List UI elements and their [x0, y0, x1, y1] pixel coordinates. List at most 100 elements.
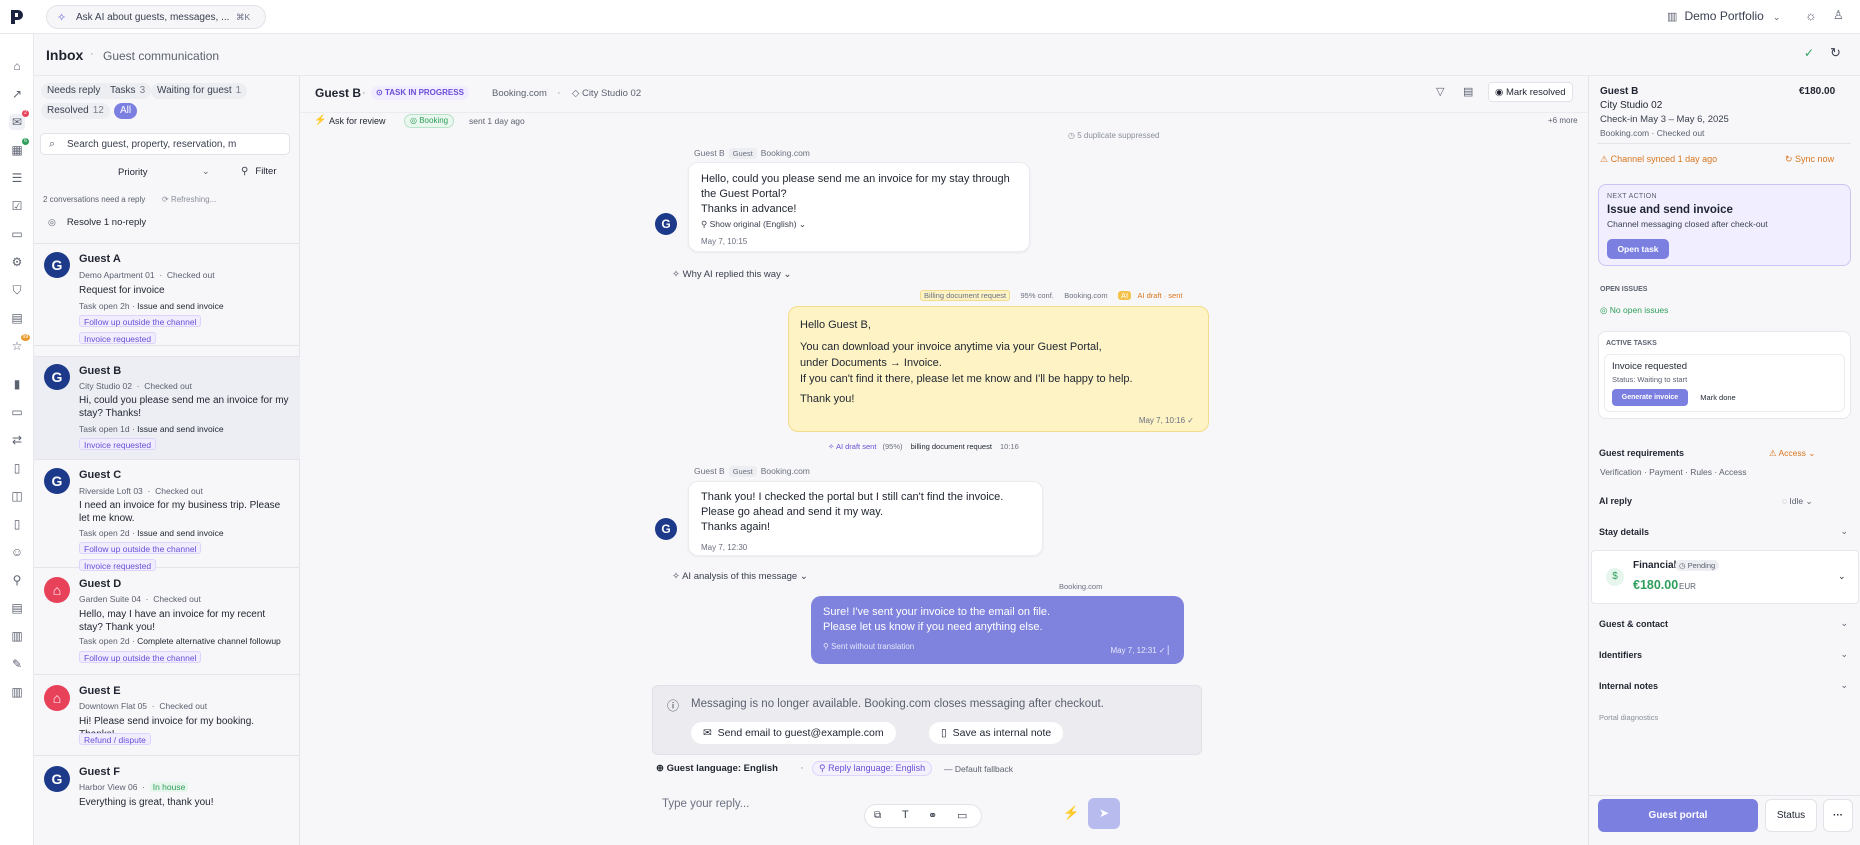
sync-icon[interactable]: ⇄	[9, 432, 25, 448]
shortcut-hint: ⌘K	[236, 12, 251, 22]
guest-requirements-title[interactable]: Guest requirements	[1599, 448, 1684, 458]
text-format-icon[interactable]: T	[902, 809, 909, 821]
reply-composer[interactable]: Type your reply... ⧉ T ⚭ ▭ ⚡ ➤	[652, 788, 1202, 832]
guest-meta: Riverside Loft 03 · Checked out	[79, 486, 203, 496]
open-task-button[interactable]: Open task	[1607, 239, 1669, 259]
ask-ai-search[interactable]: ✧ Ask AI about guests, messages, ... ⌘K	[46, 5, 266, 29]
send-email-button[interactable]: ✉ Send email to guest@example.com	[691, 722, 896, 744]
financial-card[interactable]: $ Financial ◷ Pending €180.00 EUR ⌄	[1591, 550, 1859, 604]
list-status: 2 conversations need a reply	[43, 195, 146, 204]
chevron-down-icon[interactable]: ⌄	[1840, 526, 1848, 537]
chevron-down-icon[interactable]: ⌄	[1840, 649, 1848, 660]
filter-icon[interactable]: ▽	[1436, 85, 1444, 98]
internal-notes-title[interactable]: Internal notes	[1599, 681, 1658, 691]
chevron-down-icon[interactable]: ⌄	[1840, 680, 1848, 691]
shield-icon[interactable]: ⛉	[9, 282, 25, 298]
property-label: ◇ City Studio 02	[572, 88, 642, 99]
layout-icon[interactable]: ▤	[1463, 85, 1473, 98]
sync-now-button[interactable]: ↻ Sync now	[1785, 154, 1834, 165]
resolve-no-reply-button[interactable]: ◎ Resolve 1 no-reply	[42, 216, 162, 234]
chevron-down-icon: ⌄	[202, 166, 210, 176]
sort-select[interactable]: Priority ⌄	[118, 166, 213, 182]
check-icon[interactable]: ✓	[1804, 46, 1814, 60]
checklist-icon[interactable]: ☑	[9, 198, 25, 214]
building-icon[interactable]: ▥	[9, 684, 25, 700]
payments-icon[interactable]: ▭	[9, 404, 25, 420]
guest-contact-title[interactable]: Guest & contact	[1599, 619, 1668, 629]
filter-resolved[interactable]: Resolved 12	[41, 103, 110, 119]
avatar: G	[44, 252, 70, 278]
list-item[interactable]: ⌂ Guest D Garden Suite 04 · Checked out …	[34, 568, 300, 675]
show-original-link[interactable]: ⚲ Show original (English) ⌄	[701, 219, 806, 230]
tasks-icon[interactable]: ☰	[9, 170, 25, 186]
next-action-card: NEXT ACTION Issue and send invoice Chann…	[1598, 184, 1851, 266]
draft-text: Hello Guest B, You can download your inv…	[800, 319, 1133, 405]
list-item[interactable]: G Guest A Demo Apartment 01 · Checked ou…	[34, 243, 300, 346]
portal-diagnostics-link[interactable]: Portal diagnostics	[1599, 713, 1658, 722]
cleaning-icon[interactable]: ◫	[9, 488, 25, 504]
guest-portal-button[interactable]: Guest portal	[1598, 799, 1758, 832]
more-options-button[interactable]: ···	[1823, 799, 1853, 832]
inbox-badge: 2	[22, 110, 29, 117]
list-item[interactable]: G Guest C Riverside Loft 03 · Checked ou…	[34, 460, 300, 571]
home-icon[interactable]: ⌂	[9, 58, 25, 74]
panel-amount: €180.00	[1799, 86, 1836, 97]
ai-analysis-toggle[interactable]: ✧ AI analysis of this message ⌄	[672, 571, 808, 582]
guest-message: Hello, could you please send me an invoi…	[688, 162, 1030, 252]
automation-icon[interactable]: ⚙	[9, 254, 25, 270]
invoices-icon[interactable]: ▤	[9, 600, 25, 616]
trash-icon[interactable]: ▥	[9, 628, 25, 644]
reply-channel: Booking.com	[1059, 582, 1103, 591]
list-item[interactable]: G Guest F Harbor View 06 · In house Ever…	[34, 756, 300, 816]
theme-sun-icon[interactable]: ☼	[1805, 8, 1817, 23]
chevron-down-icon[interactable]: ⌄	[1840, 618, 1848, 629]
analytics-icon[interactable]: ↗	[9, 86, 25, 102]
guest-language: ⊕ Guest language: English	[656, 763, 778, 774]
list-item[interactable]: G Guest B City Studio 02 · Checked out H…	[34, 356, 300, 460]
list-item[interactable]: ⌂ Guest E Downtown Flat 05 · Checked out…	[34, 675, 300, 756]
filter-tasks[interactable]: Tasks 3	[104, 83, 152, 99]
mark-done-button[interactable]: Mark done	[1693, 389, 1743, 406]
booking-chip: ◎ Booking	[404, 114, 455, 128]
filter-button[interactable]: ⚲ Filter	[241, 165, 277, 177]
ask-review-link[interactable]: Ask for review	[329, 116, 386, 126]
template-icon[interactable]: ▭	[957, 809, 967, 822]
requirements-access-warning[interactable]: ⚠ Access ⌄	[1769, 448, 1815, 459]
stay-details-title[interactable]: Stay details	[1599, 527, 1649, 537]
tools-icon[interactable]: ✎	[9, 656, 25, 672]
pending-badge: ◷ Pending	[1675, 560, 1720, 571]
save-internal-note-button[interactable]: ▯ Save as internal note	[929, 722, 1064, 744]
portfolio-selector[interactable]: ▥ Demo Portfolio ⌄	[1667, 9, 1780, 25]
status-button[interactable]: Status	[1765, 799, 1817, 832]
integrations-icon[interactable]: ⚲	[9, 572, 25, 588]
generate-invoice-button[interactable]: Generate invoice	[1612, 389, 1688, 406]
sparkle-icon[interactable]: ⧉	[874, 810, 881, 821]
chat-icon[interactable]: ▭	[9, 226, 25, 242]
app-logo[interactable]	[8, 8, 26, 26]
filter-all[interactable]: All	[114, 103, 138, 119]
more-link[interactable]: +6 more	[1548, 116, 1578, 125]
documents-icon[interactable]: ▯	[9, 460, 25, 476]
mark-resolved-button[interactable]: ◉ Mark resolved	[1488, 82, 1573, 102]
user-icon[interactable]: ♙	[1833, 8, 1844, 22]
files-icon[interactable]: ▯	[9, 516, 25, 532]
ai-lightning-icon[interactable]: ⚡	[1063, 805, 1079, 821]
sparkle-icon: ✧	[57, 12, 67, 24]
message-time: May 7, 12:31 ✓ ▏	[1110, 646, 1174, 655]
identifiers-title[interactable]: Identifiers	[1599, 650, 1642, 660]
refresh-icon[interactable]: ↻	[1830, 45, 1841, 61]
properties-icon[interactable]: ▤	[9, 310, 25, 326]
ai-reply-status[interactable]: ◌ Idle ⌄	[1782, 496, 1813, 507]
link-icon[interactable]: ⚭	[928, 809, 937, 822]
message-time: May 7, 10:15	[701, 237, 748, 246]
guest-search[interactable]: ⌕ Search guest, property, reservation, m	[40, 133, 290, 155]
send-button[interactable]: ➤	[1088, 798, 1120, 829]
tag: Follow up outside the channel	[79, 542, 202, 554]
building-icon: ▥	[1667, 11, 1678, 23]
tag: Follow up outside the channel	[79, 651, 202, 663]
reports-icon[interactable]: ▮	[9, 376, 25, 392]
filter-waiting[interactable]: Waiting for guest 1	[151, 83, 248, 99]
why-ai-toggle[interactable]: ✧ Why AI replied this way ⌄	[672, 269, 791, 280]
team-icon[interactable]: ☺	[9, 544, 25, 560]
reply-language-chip[interactable]: ⚲ Reply language: English	[812, 761, 933, 776]
